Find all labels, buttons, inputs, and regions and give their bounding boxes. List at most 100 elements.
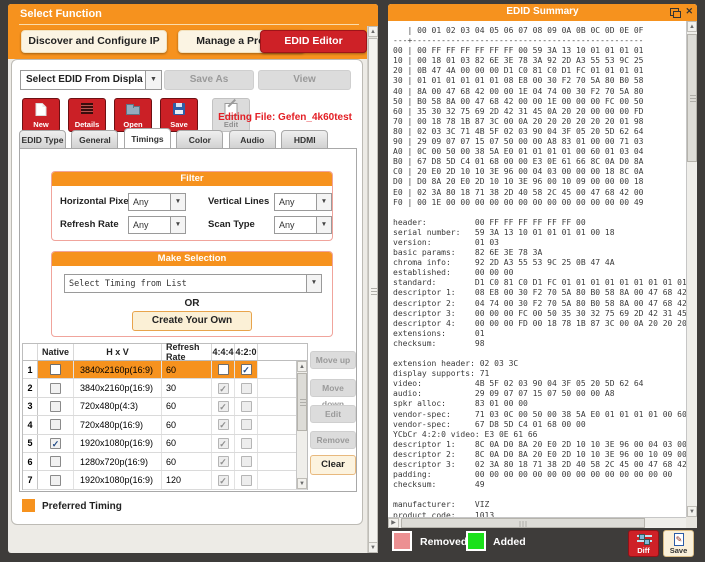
native-checkbox-cell[interactable] — [38, 471, 74, 488]
scroll-down-icon[interactable]: ▼ — [687, 506, 697, 517]
timing-refresh-rate: 60 — [162, 398, 212, 415]
scroll-up-icon[interactable]: ▲ — [297, 361, 307, 372]
native-checkbox-cell[interactable] — [38, 398, 74, 415]
create-your-own-button[interactable]: Create Your Own — [132, 311, 252, 331]
c420-checkbox-cell[interactable] — [235, 361, 258, 378]
left-panel-scrollbar[interactable]: ▲ ▼ — [367, 26, 378, 553]
table-row[interactable]: 4720x480p(16:9)60 — [23, 416, 307, 434]
checkbox[interactable] — [50, 401, 61, 412]
scroll-down-icon[interactable]: ▼ — [368, 542, 378, 553]
native-checkbox-cell[interactable] — [38, 379, 74, 396]
tab-general[interactable]: General — [71, 130, 118, 149]
scrollbar-thumb[interactable] — [368, 38, 378, 543]
summary-vscroll-thumb[interactable] — [687, 34, 697, 162]
checkbox[interactable] — [50, 364, 61, 375]
checkbox — [241, 438, 252, 449]
edid-source-dropdown[interactable]: Select EDID From Display ▼ — [20, 70, 162, 90]
scroll-right-icon[interactable]: ▶ — [388, 518, 399, 528]
timing-table: Native H x V Refresh Rate 4:4:4 4:2:0 13… — [22, 343, 308, 490]
table-row[interactable]: 71920x1080p(16:9)120 — [23, 471, 307, 489]
timing-table-body: 13840x2160p(16:9)6023840x2160p(16:9)3037… — [23, 361, 307, 490]
native-checkbox-cell[interactable] — [38, 453, 74, 470]
timing-resolution: 720x480p(16:9) — [74, 416, 162, 433]
move-up-button[interactable]: Move up — [310, 351, 356, 369]
c444-header: 4:4:4 — [212, 344, 235, 360]
scan-type-label: Scan Type — [208, 219, 255, 230]
checkbox[interactable] — [50, 438, 61, 449]
tab-hdmi[interactable]: HDMI — [281, 130, 328, 149]
c420-checkbox-cell[interactable] — [235, 435, 258, 452]
tab-color[interactable]: Color — [176, 130, 223, 149]
float-window-icon[interactable] — [670, 8, 679, 16]
horizontal-pixels-select[interactable]: Any▼ — [128, 193, 186, 211]
checkbox — [241, 383, 252, 394]
table-row[interactable]: 23840x2160p(16:9)30 — [23, 379, 307, 397]
view-button[interactable]: View — [258, 70, 351, 90]
c420-checkbox-cell[interactable] — [235, 379, 258, 396]
edid-summary-textarea[interactable]: | 00 01 02 03 04 05 06 07 08 09 0A 0B 0C… — [388, 21, 686, 517]
close-icon[interactable]: ✕ — [685, 6, 693, 17]
table-row[interactable]: 61280x720p(16:9)60 — [23, 453, 307, 471]
table-row[interactable]: 13840x2160p(16:9)60 — [23, 361, 307, 379]
clear-button[interactable]: Clear — [310, 455, 356, 475]
edid-source-value: Select EDID From Display — [26, 74, 143, 85]
open-button[interactable]: Open — [114, 98, 152, 132]
row-number: 5 — [23, 435, 38, 452]
checkbox[interactable] — [50, 419, 61, 430]
edit-row-button[interactable]: Edit — [310, 405, 356, 423]
table-row[interactable]: 3720x480p(4:3)60 — [23, 398, 307, 416]
native-checkbox-cell[interactable] — [38, 361, 74, 378]
c444-checkbox-cell[interactable] — [212, 416, 235, 433]
vertical-lines-select[interactable]: Any▼ — [274, 193, 332, 211]
c444-checkbox-cell[interactable] — [212, 379, 235, 396]
timing-list-dropdown[interactable]: Select Timing from List ▼ — [64, 274, 322, 293]
scroll-down-icon[interactable]: ▼ — [297, 478, 307, 489]
discover-configure-ip-button[interactable]: Discover and Configure IP — [21, 30, 167, 53]
edid-summary-titlebar: EDID Summary ✕ — [388, 4, 697, 21]
scan-type-select[interactable]: Any▼ — [274, 216, 332, 234]
c444-checkbox-cell[interactable] — [212, 453, 235, 470]
checkbox[interactable] — [218, 364, 229, 375]
c420-checkbox-cell[interactable] — [235, 471, 258, 488]
tab-timings[interactable]: Timings — [124, 128, 171, 149]
checkbox[interactable] — [50, 383, 61, 394]
summary-vertical-scrollbar[interactable]: ▲ ▼ — [686, 21, 697, 517]
summary-horizontal-scrollbar[interactable]: ◀ ▶ — [388, 517, 686, 528]
move-down-button[interactable]: Move down — [310, 379, 356, 397]
summary-hscroll-thumb[interactable] — [401, 518, 645, 528]
scroll-up-icon[interactable]: ▲ — [368, 26, 378, 37]
c444-checkbox-cell[interactable] — [212, 435, 235, 452]
new-button[interactable]: New — [22, 98, 60, 132]
timing-resolution: 720x480p(4:3) — [74, 398, 162, 415]
edid-editor-button[interactable]: EDID Editor — [260, 30, 367, 53]
native-checkbox-cell[interactable] — [38, 435, 74, 452]
c444-checkbox-cell[interactable] — [212, 398, 235, 415]
checkbox[interactable] — [241, 364, 252, 375]
tab-edid-type[interactable]: EDID Type — [19, 130, 66, 149]
details-button[interactable]: Details — [68, 98, 106, 132]
table-row[interactable]: 51920x1080p(16:9)60 — [23, 435, 307, 453]
save-summary-button[interactable]: ✎ Save — [663, 530, 694, 557]
c420-checkbox-cell[interactable] — [235, 398, 258, 415]
save-button[interactable]: Save — [160, 98, 198, 132]
row-number: 7 — [23, 471, 38, 488]
added-label: Added — [493, 536, 526, 548]
chevron-down-icon[interactable]: ▼ — [145, 71, 161, 89]
scroll-up-icon[interactable]: ▲ — [687, 21, 697, 32]
c444-checkbox-cell[interactable] — [212, 471, 235, 488]
editor-card: Select EDID From Display ▼ Save As View … — [11, 59, 363, 525]
remove-row-button[interactable]: Remove — [310, 431, 356, 449]
c420-checkbox-cell[interactable] — [235, 416, 258, 433]
save-as-button[interactable]: Save As — [164, 70, 254, 90]
c444-checkbox-cell[interactable] — [212, 361, 235, 378]
c420-checkbox-cell[interactable] — [235, 453, 258, 470]
table-scrollbar[interactable]: ▲ ▼ — [296, 361, 307, 489]
checkbox[interactable] — [50, 475, 61, 486]
refresh-rate-select[interactable]: Any▼ — [128, 216, 186, 234]
checkbox[interactable] — [50, 456, 61, 467]
tab-audio[interactable]: Audio — [229, 130, 276, 149]
native-checkbox-cell[interactable] — [38, 416, 74, 433]
table-scrollbar-thumb[interactable] — [297, 373, 307, 431]
diff-button[interactable]: Diff — [628, 530, 659, 557]
checkbox — [241, 419, 252, 430]
